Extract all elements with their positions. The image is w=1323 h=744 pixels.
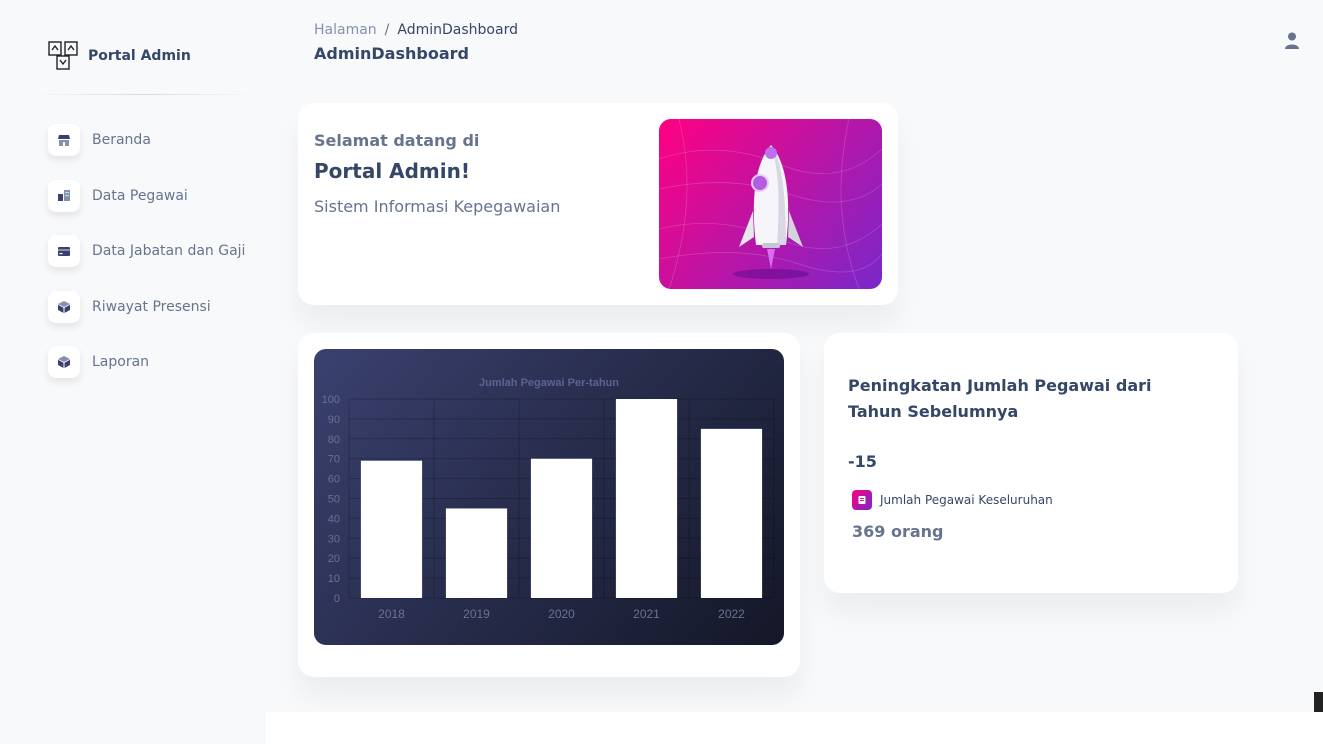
sidebar-item-label: Beranda: [92, 132, 151, 148]
page-title: AdminDashboard: [314, 44, 469, 63]
welcome-subtitle: Selamat datang di: [314, 131, 480, 150]
sidebar-item-label: Data Pegawai: [92, 187, 188, 204]
sidebar-nav: Beranda Data Pegawai Data Jabatan dan Ga…: [48, 124, 245, 402]
logo-icon: [48, 41, 78, 70]
welcome-card: Selamat datang di Portal Admin! Sistem I…: [298, 103, 898, 305]
stats-total: 369 orang: [852, 522, 944, 541]
credit-card-icon: [48, 235, 80, 267]
stats-card: Peningkatan Jumlah Pegawai dari Tahun Se…: [824, 333, 1238, 593]
bar-chart: Jumlah Pegawai Per-tahun 0 10 20 30 40 50 60 70…: [322, 377, 775, 621]
brand[interactable]: Portal Admin: [48, 41, 191, 71]
sidebar-divider: [30, 94, 256, 95]
sidebar-item-riwayat-presensi[interactable]: Riwayat Presensi: [48, 290, 245, 323]
breadcrumb: Halaman / AdminDashboard: [314, 22, 518, 38]
welcome-description: Sistem Informasi Kepegawaian: [314, 197, 561, 216]
sidebar-item-label: Laporan: [92, 354, 150, 370]
sidebar-item-beranda[interactable]: Beranda: [48, 124, 245, 156]
breadcrumb-separator: /: [384, 22, 390, 38]
sidebar-item-label: Riwayat Presensi: [92, 298, 211, 315]
footer: [266, 712, 1323, 744]
x-tick-label: 2018: [378, 607, 405, 621]
sidebar-item-data-jabatan-dan-gaji[interactable]: Data Jabatan dan Gaji: [48, 235, 245, 267]
stats-title: Peningkatan Jumlah Pegawai dari Tahun Se…: [848, 376, 1152, 421]
sidebar-item-label: Data Jabatan dan Gaji: [92, 243, 246, 259]
x-tick-label: 2022: [718, 607, 745, 621]
shop-icon: [48, 124, 80, 156]
y-tick-label: 100: [322, 394, 340, 406]
y-tick-label: 60: [328, 474, 340, 486]
x-tick-label: 2019: [463, 607, 490, 621]
user-icon[interactable]: [1284, 32, 1300, 49]
welcome-title: Portal Admin!: [314, 159, 470, 183]
breadcrumb-home-link[interactable]: Halaman: [314, 22, 377, 38]
box-icon: [48, 290, 80, 323]
stats-sub-label: Jumlah Pegawai Keseluruhan: [880, 493, 1053, 507]
x-tick-label: 2020: [548, 607, 575, 621]
chart-card: Jumlah Pegawai Per-tahun 0 10 20 30 40 50 60 70…: [298, 333, 800, 677]
breadcrumb-current: AdminDashboard: [397, 22, 518, 38]
rocket-illustration: [659, 119, 882, 289]
y-tick-label: 0: [334, 593, 340, 605]
y-tick-label: 30: [328, 533, 340, 545]
y-tick-label: 50: [328, 494, 340, 506]
box-icon: [48, 346, 80, 378]
scroll-indicator: [1314, 692, 1323, 712]
brand-name: Portal Admin: [88, 48, 191, 64]
y-tick-label: 90: [328, 414, 340, 426]
chart-panel: Jumlah Pegawai Per-tahun 0 10 20 30 40 50 60 70…: [314, 349, 784, 645]
y-tick-label: 20: [328, 553, 340, 565]
sidebar: Portal Admin Beranda Data Pegawai Data J…: [0, 0, 280, 744]
y-tick-label: 10: [328, 573, 340, 585]
stats-subheader: Jumlah Pegawai Keseluruhan: [852, 490, 1053, 510]
x-tick-label: 2021: [633, 607, 660, 621]
chart-bar-2020[interactable]: [530, 458, 593, 598]
chart-bar-2021[interactable]: [615, 399, 678, 598]
stats-value: -15: [848, 452, 877, 471]
sidebar-item-data-pegawai[interactable]: Data Pegawai: [48, 179, 245, 212]
chart-bar-2018[interactable]: [360, 460, 423, 598]
chart-bar-2019[interactable]: [445, 508, 508, 598]
chart-bar-2022[interactable]: [700, 428, 763, 598]
document-icon: [852, 490, 872, 510]
y-tick-label: 40: [328, 513, 340, 525]
y-tick-label: 80: [328, 434, 340, 446]
office-icon: [48, 179, 80, 212]
chart-title: Jumlah Pegawai Per-tahun: [479, 377, 619, 389]
sidebar-item-laporan[interactable]: Laporan: [48, 346, 245, 378]
y-tick-label: 70: [328, 454, 340, 466]
